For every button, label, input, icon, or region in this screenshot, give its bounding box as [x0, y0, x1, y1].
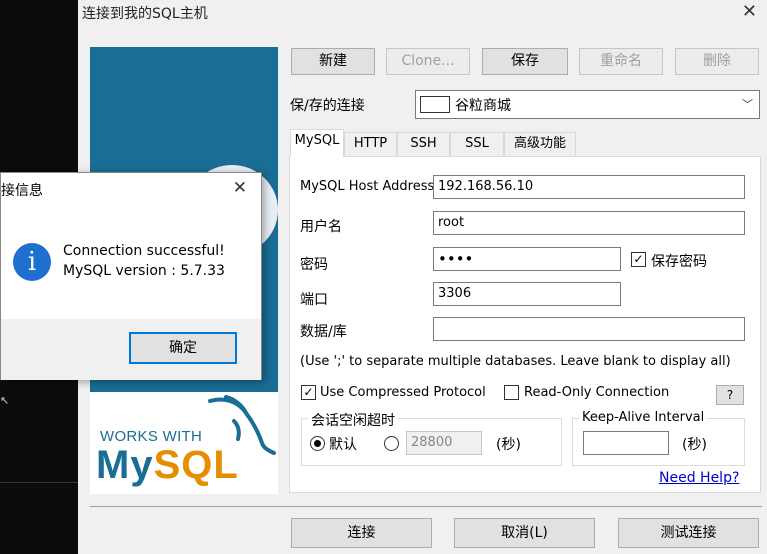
help-button[interactable]: ?	[716, 385, 744, 405]
tab-mysql[interactable]: MySQL	[290, 129, 344, 157]
dialog-message-line2: MySQL version : 5.7.33	[63, 263, 225, 279]
compressed-label: Use Compressed Protocol	[320, 385, 486, 400]
info-icon: i	[13, 243, 51, 281]
port-input[interactable]: 3306	[433, 282, 621, 306]
cancel-button[interactable]: 取消(L)	[454, 518, 595, 548]
save-button[interactable]: 保存	[482, 48, 568, 75]
window-close-icon[interactable]: ✕	[742, 1, 757, 22]
mysql-logo: MySQL	[96, 443, 239, 488]
compressed-checkbox[interactable]: ✓	[301, 385, 316, 400]
dialog-title: 接信息	[1, 183, 43, 199]
default-timeout-label: 默认	[329, 437, 357, 453]
readonly-label: Read-Only Connection	[524, 385, 670, 400]
connection-info-dialog: 接信息 ✕ i Connection successful! MySQL ver…	[0, 172, 262, 380]
keepalive-title: Keep-Alive Interval	[579, 410, 708, 425]
footer-separator	[90, 506, 762, 507]
tab-ssh[interactable]: SSH	[397, 132, 450, 156]
database-hint: (Use ';' to separate multiple databases.…	[300, 354, 731, 369]
database-input[interactable]	[433, 317, 745, 341]
dialog-message-line1: Connection successful!	[63, 243, 225, 259]
cursor-arrow-icon: ↖	[0, 394, 10, 407]
keepalive-seconds-label: (秒)	[682, 437, 707, 453]
timeout-seconds-label: (秒)	[496, 437, 521, 453]
dialog-ok-button[interactable]: 确定	[129, 332, 237, 364]
timeout-input[interactable]: 28800	[406, 431, 482, 455]
delete-button[interactable]: 删除	[675, 48, 759, 75]
user-input[interactable]: root	[433, 211, 745, 235]
color-swatch	[420, 96, 450, 113]
tab-http[interactable]: HTTP	[344, 132, 397, 156]
save-password-checkbox[interactable]: ✓	[631, 252, 646, 267]
logo-sql: SQL	[153, 443, 239, 487]
new-button[interactable]: 新建	[291, 48, 375, 75]
clone-button[interactable]: Clone...	[386, 48, 470, 75]
desktop-divider	[0, 482, 78, 483]
chevron-down-icon: ﹀	[742, 98, 753, 111]
dialog-title-bar: 接信息 ✕	[1, 173, 261, 206]
session-timeout-title: 会话空闲超时	[308, 410, 398, 430]
save-password-label: 保存密码	[651, 254, 707, 270]
readonly-checkbox[interactable]	[504, 385, 519, 400]
saved-connection-label: 保/存的连接	[290, 98, 365, 114]
tab-ssl[interactable]: SSL	[450, 132, 504, 156]
logo-my: My	[96, 443, 154, 487]
saved-connection-value: 谷粒商城	[455, 98, 511, 114]
connect-button[interactable]: 连接	[291, 518, 432, 548]
password-input[interactable]: ••••	[433, 247, 621, 271]
rename-button[interactable]: 重命名	[579, 48, 663, 75]
host-input[interactable]: 192.168.56.10	[433, 175, 745, 199]
host-label: MySQL Host Address	[300, 179, 435, 194]
test-connection-button[interactable]: 测试连接	[618, 518, 759, 548]
password-label: 密码	[300, 257, 328, 273]
default-timeout-radio[interactable]	[310, 436, 325, 451]
dialog-close-icon[interactable]: ✕	[233, 178, 247, 198]
user-label: 用户名	[300, 219, 342, 235]
saved-connection-select[interactable]: 谷粒商城 ﹀	[415, 90, 760, 119]
port-label: 端口	[300, 292, 328, 308]
custom-timeout-radio[interactable]	[384, 436, 399, 451]
tab-advanced[interactable]: 高级功能	[504, 132, 576, 156]
need-help-link[interactable]: Need Help?	[659, 470, 739, 486]
database-label: 数据/库	[300, 324, 347, 340]
keepalive-input[interactable]	[583, 431, 669, 455]
window-title: 连接到我的SQL主机	[82, 6, 208, 22]
